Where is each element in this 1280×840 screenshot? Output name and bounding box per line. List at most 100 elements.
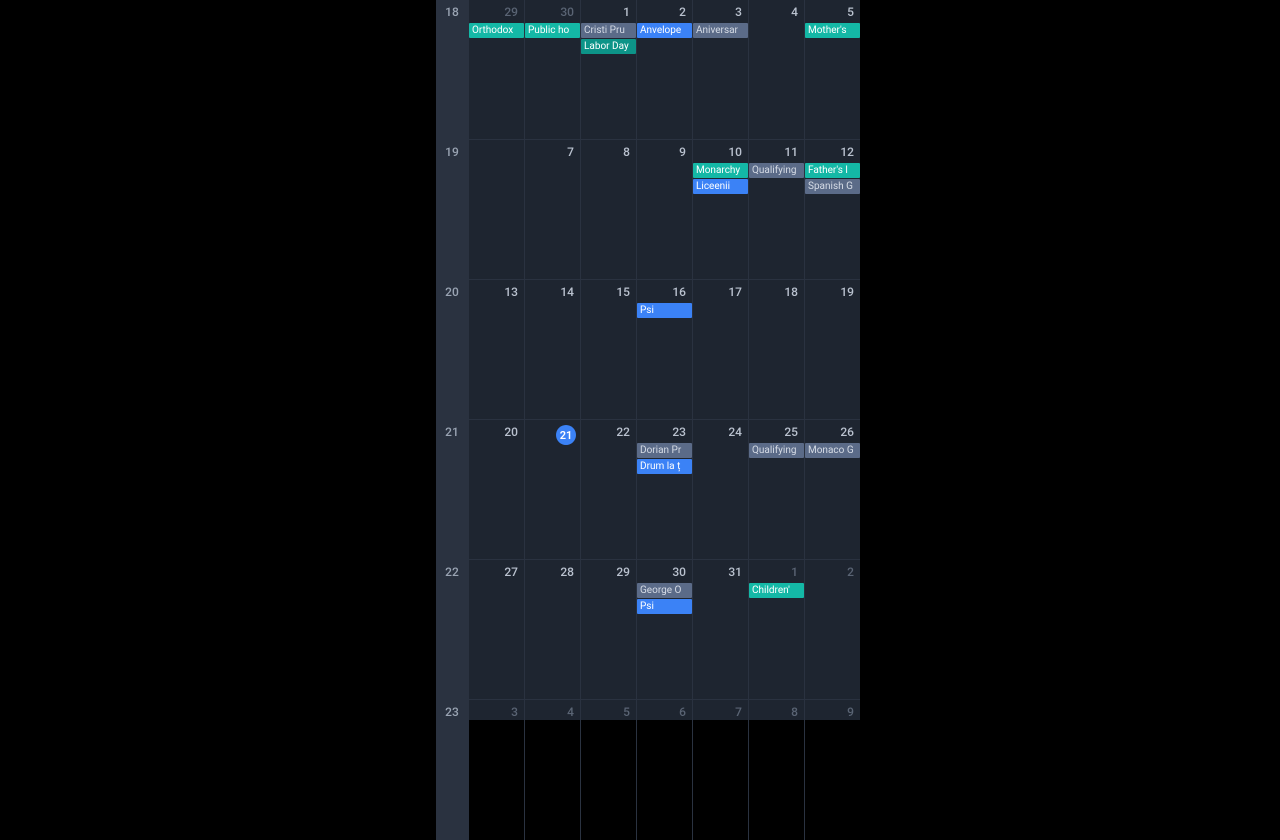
day-cell[interactable]: 24 [692,420,748,559]
calendar-event[interactable]: George O [637,583,692,598]
day-cell[interactable]: 5 [580,700,636,840]
day-cell[interactable]: 30George OPsi [636,560,692,699]
day-events: Psi [637,303,692,318]
day-cell[interactable]: 26Monaco G [804,420,860,559]
day-cell[interactable]: 3 [468,700,524,840]
day-cell[interactable]: 1Cristi PruLabor Day [580,0,636,139]
day-events: Qualifying [749,163,804,178]
day-cell[interactable]: 23Dorian PrDrum la ț [636,420,692,559]
day-number: 3 [693,0,748,23]
calendar-event[interactable]: Psi [637,303,692,318]
day-number: 31 [693,560,748,583]
calendar-event[interactable]: Children' [749,583,804,598]
day-cell[interactable]: 13 [468,280,524,419]
day-events: Orthodox [469,23,524,38]
day-cell[interactable]: 9 [804,700,860,840]
calendar-event[interactable]: Psi [637,599,692,614]
day-cell[interactable]: 1Children' [748,560,804,699]
day-events: George OPsi [637,583,692,614]
week-row: 23 3456789 [436,700,860,840]
day-number: 26 [805,420,860,443]
calendar-event[interactable]: Cristi Pru [581,23,636,38]
day-number: 17 [693,280,748,303]
day-cell[interactable]: 6 [636,700,692,840]
day-events: Father's lSpanish G [805,163,860,194]
calendar-event[interactable]: Liceenii [693,179,748,194]
day-number: 22 [581,420,636,443]
week-number: 23 [445,705,459,719]
day-events: Cristi PruLabor Day [581,23,636,54]
week-number-cell: 22 [436,560,468,699]
day-cell[interactable]: 10MonarchyLiceenii [692,140,748,279]
calendar-event[interactable]: Drum la ț [637,459,692,474]
week-number: 21 [445,425,459,439]
day-events: Children' [749,583,804,598]
day-cell[interactable]: 29Orthodox [468,0,524,139]
day-cell[interactable]: 4 [524,700,580,840]
day-cell[interactable]: 30Public ho [524,0,580,139]
day-number: 20 [469,420,524,443]
day-events: Public ho [525,23,580,38]
calendar-event[interactable]: Public ho [525,23,580,38]
day-cell[interactable]: 2Anvelope [636,0,692,139]
week-number: 20 [445,285,459,299]
day-cell[interactable]: 8 [748,700,804,840]
calendar-event[interactable]: Spanish G [805,179,860,194]
week-number-cell: 23 [436,700,468,840]
day-cell[interactable]: 19 [804,280,860,419]
calendar-event[interactable]: Monarchy [693,163,748,178]
day-number: 12 [805,140,860,163]
calendar-event[interactable]: Father's l [805,163,860,178]
calendar-event[interactable]: Orthodox [469,23,524,38]
day-number-today: 21 [525,420,580,449]
day-cell[interactable]: 17 [692,280,748,419]
day-cell[interactable]: 15 [580,280,636,419]
day-cell[interactable]: 4 [748,0,804,139]
day-cell[interactable] [468,140,524,279]
week-number: 22 [445,565,459,579]
day-cell[interactable]: 16Psi [636,280,692,419]
day-events: Mother's [805,23,860,38]
day-number: 2 [637,0,692,23]
day-events: MonarchyLiceenii [693,163,748,194]
day-cell[interactable]: 28 [524,560,580,699]
day-events: Anvelope [637,23,692,38]
day-cell[interactable]: 14 [524,280,580,419]
day-number: 30 [637,560,692,583]
calendar-event[interactable]: Labor Day [581,39,636,54]
day-cell[interactable]: 5Mother's [804,0,860,139]
day-cell[interactable]: 3Aniversar [692,0,748,139]
calendar-event[interactable]: Monaco G [805,443,860,458]
calendar-event[interactable]: Dorian Pr [637,443,692,458]
day-number: 5 [805,0,860,23]
day-cell[interactable]: 7 [692,700,748,840]
day-cell[interactable]: 25Qualifying [748,420,804,559]
day-cell[interactable]: 7 [524,140,580,279]
day-cell[interactable]: 29 [580,560,636,699]
day-cell[interactable]: 12Father's lSpanish G [804,140,860,279]
today-indicator: 21 [556,425,576,445]
day-cell[interactable]: 18 [748,280,804,419]
calendar-event[interactable]: Aniversar [693,23,748,38]
day-cell[interactable]: 27 [468,560,524,699]
day-cell[interactable]: 8 [580,140,636,279]
day-cell[interactable]: 2 [804,560,860,699]
day-number: 23 [637,420,692,443]
day-number: 1 [749,560,804,583]
day-cell[interactable]: 22 [580,420,636,559]
day-number: 30 [525,0,580,23]
day-number: 2 [805,560,860,583]
week-row: 1978910MonarchyLiceenii11Qualifying12Fat… [436,140,860,280]
day-cell[interactable]: 21 [524,420,580,559]
calendar-event[interactable]: Mother's [805,23,860,38]
calendar-event[interactable]: Qualifying [749,163,804,178]
day-cell[interactable]: 20 [468,420,524,559]
week-row: 20 13141516Psi171819 [436,280,860,420]
week-number: 18 [445,5,459,19]
day-number: 7 [525,140,580,163]
day-cell[interactable]: 9 [636,140,692,279]
calendar-event[interactable]: Qualifying [749,443,804,458]
day-cell[interactable]: 11Qualifying [748,140,804,279]
calendar-event[interactable]: Anvelope [637,23,692,38]
day-cell[interactable]: 31 [692,560,748,699]
